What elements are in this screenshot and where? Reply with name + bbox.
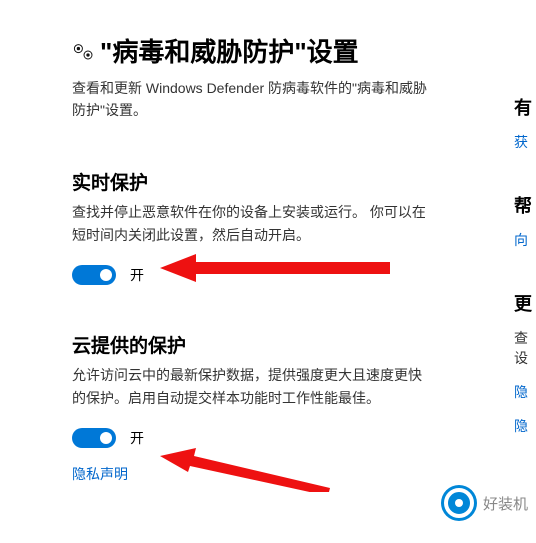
right-link[interactable]: 获: [514, 132, 536, 152]
privacy-link[interactable]: 隐私声明: [72, 464, 128, 484]
right-column: 有 获 帮 向 更 查 设 隐 隐: [514, 94, 536, 476]
right-text: 设: [514, 348, 536, 368]
right-link[interactable]: 向: [514, 230, 536, 250]
watermark: 好装机: [441, 485, 528, 521]
realtime-toggle-label: 开: [130, 265, 144, 285]
watermark-logo-icon: [441, 485, 477, 521]
cloud-toggle-label: 开: [130, 428, 144, 448]
cloud-toggle[interactable]: [72, 428, 116, 448]
right-heading: 帮: [514, 192, 536, 218]
section-realtime: 实时保护 查找并停止恶意软件在你的设备上安装或运行。 你可以在短时间内关闭此设置…: [72, 168, 508, 285]
cloud-desc: 允许访问云中的最新保护数据，提供强度更大且速度更快的保护。启用自动提交样本功能时…: [72, 364, 432, 410]
watermark-text: 好装机: [483, 493, 528, 514]
page-description: 查看和更新 Windows Defender 防病毒软件的"病毒和威胁防护"设置…: [72, 77, 432, 122]
right-heading: 更: [514, 290, 536, 316]
gear-icon: [72, 40, 96, 62]
realtime-toggle[interactable]: [72, 265, 116, 285]
right-text: 查: [514, 328, 536, 348]
realtime-title: 实时保护: [72, 168, 508, 195]
right-heading: 有: [514, 94, 536, 120]
section-cloud: 云提供的保护 允许访问云中的最新保护数据，提供强度更大且速度更快的保护。启用自动…: [72, 331, 508, 484]
cloud-title: 云提供的保护: [72, 331, 508, 358]
page-title: "病毒和威胁防护"设置: [100, 32, 359, 69]
realtime-desc: 查找并停止恶意软件在你的设备上安装或运行。 你可以在短时间内关闭此设置，然后自动…: [72, 201, 432, 247]
right-link[interactable]: 隐: [514, 416, 536, 436]
right-link[interactable]: 隐: [514, 382, 536, 402]
